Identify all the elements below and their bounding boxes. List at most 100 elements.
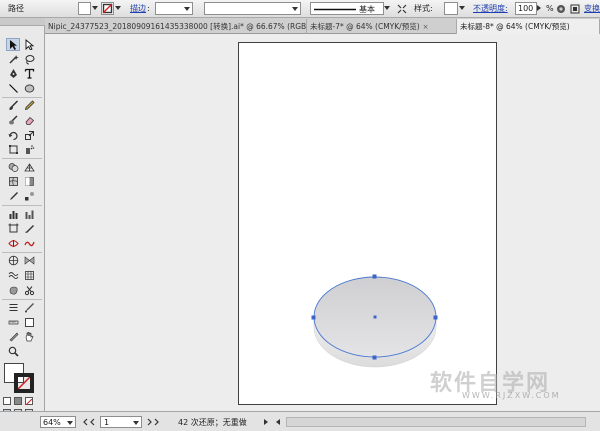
blob-tool-button[interactable]: [6, 284, 20, 297]
width-tool-icon: [7, 239, 19, 247]
scissors-tool-icon: [24, 285, 34, 295]
color-mode-button[interactable]: [3, 397, 11, 405]
scroll-left-button[interactable]: [275, 416, 283, 428]
lasso-tool-button[interactable]: [22, 53, 36, 66]
ellipse-tool-button[interactable]: [22, 82, 36, 95]
close-icon[interactable]: ×: [423, 23, 429, 31]
anchor-point-top[interactable]: [372, 274, 377, 279]
shape-builder-tool-button[interactable]: [6, 161, 20, 174]
pen-tool-button[interactable]: [6, 67, 20, 80]
paintbrush-tool-button[interactable]: [6, 99, 20, 112]
width-tool-button[interactable]: [6, 237, 20, 250]
brush-dropdown-arrow[interactable]: [384, 2, 392, 15]
measure-tool-button[interactable]: [6, 316, 20, 329]
warp-shape-button[interactable]: [6, 269, 20, 282]
blob-brush-tool-button[interactable]: [6, 114, 20, 127]
brush-style-label: 基本: [359, 5, 375, 14]
knife-tool-button[interactable]: [6, 330, 20, 343]
scale-tool-button[interactable]: [22, 129, 36, 142]
eraser-tool-button[interactable]: [22, 114, 36, 127]
document-tab-3[interactable]: 未标题-8* @ 64% (CMYK/预览): [457, 19, 600, 34]
recolor-button[interactable]: [556, 2, 568, 15]
eyedropper-tool-button[interactable]: [6, 190, 20, 203]
opacity-link[interactable]: 不透明度:: [473, 2, 508, 15]
perspective-grid-button[interactable]: [6, 254, 20, 267]
align-button[interactable]: [570, 2, 582, 15]
style-label: 样式:: [414, 4, 433, 13]
warp-tool-button[interactable]: [22, 237, 36, 250]
align-icon: [570, 4, 580, 13]
eraser-tool-icon: [25, 116, 34, 125]
canvas-area[interactable]: [45, 35, 600, 411]
blend-tool-button[interactable]: [22, 190, 36, 203]
document-tab-2[interactable]: 未标题-7* @ 64% (CMYK/预览) ×: [307, 19, 457, 34]
list-button[interactable]: [6, 301, 20, 314]
column-graph-tool-button[interactable]: [6, 208, 20, 221]
envelope-tool-icon: [24, 256, 34, 266]
document-tab-1[interactable]: Nipic_24377523_20180909161435338000 [转换]…: [45, 19, 307, 34]
gradient-mode-button[interactable]: [14, 397, 22, 405]
line-segment-tool-button[interactable]: [6, 82, 20, 95]
symbol-sprayer-tool-button[interactable]: [22, 143, 36, 156]
symbol-sprayer-tool-icon: [25, 145, 34, 155]
rotate-tool-button[interactable]: [6, 129, 20, 142]
align-strokes-button[interactable]: [397, 2, 409, 15]
transform-link[interactable]: 变换: [584, 2, 600, 15]
selection-tool-button[interactable]: [6, 38, 20, 51]
opacity-arrow[interactable]: [537, 2, 544, 15]
stroke-color-swatch[interactable]: [14, 373, 34, 393]
graph-tool-button[interactable]: [22, 269, 36, 282]
fill-swatch[interactable]: [78, 2, 91, 15]
stroke-dropdown-arrow[interactable]: [114, 2, 123, 15]
hand-tool-button[interactable]: [22, 330, 36, 343]
artboard-tool-button[interactable]: [6, 222, 20, 235]
next-artboard-buttons[interactable]: [146, 416, 162, 428]
pencil-tool-button[interactable]: [22, 99, 36, 112]
scale-tool-icon: [24, 130, 34, 140]
zoom-field[interactable]: 64%: [40, 416, 76, 428]
zoom-tool-button[interactable]: [6, 345, 20, 358]
anchor-point-bottom[interactable]: [372, 355, 377, 360]
direct-selection-tool-button[interactable]: [22, 38, 36, 51]
gradient-tool-button[interactable]: [22, 175, 36, 188]
eyedropper-tool-icon: [9, 192, 18, 200]
type-tool-button[interactable]: [22, 67, 36, 80]
perspective-grid-icon: [8, 256, 18, 266]
slice-tool-button[interactable]: [22, 222, 36, 235]
free-transform-tool-button[interactable]: [6, 143, 20, 156]
anchor-point-right[interactable]: [433, 315, 438, 320]
mesh-tool-button[interactable]: [6, 175, 20, 188]
scissors-tool-button[interactable]: [22, 284, 36, 297]
envelope-tool-button[interactable]: [22, 254, 36, 267]
graphic-style-swatch[interactable]: [444, 2, 458, 15]
none-mode-button[interactable]: [25, 397, 33, 406]
perspective-grid-tool-button[interactable]: [22, 161, 36, 174]
variable-width-profile[interactable]: [204, 2, 301, 15]
zoom-tool-icon: [8, 346, 19, 357]
stroke-swatch[interactable]: [101, 2, 114, 15]
artboard[interactable]: [238, 42, 497, 405]
cylinder-shape[interactable]: [313, 276, 437, 368]
anchor-point-left[interactable]: [311, 315, 316, 320]
tools-panel-grip[interactable]: [0, 18, 45, 26]
stroke-link[interactable]: 描边: [130, 2, 146, 15]
status-menu-button[interactable]: [262, 416, 272, 428]
eyedropper-button[interactable]: [22, 301, 36, 314]
brush-definition[interactable]: 基本: [310, 2, 384, 15]
horizontal-scrollbar[interactable]: [286, 417, 586, 427]
undo-status: 42 次还原；无重做: [178, 417, 247, 427]
artboard-button[interactable]: [22, 316, 36, 329]
free-transform-tool-icon: [8, 145, 18, 155]
magic-wand-tool-button[interactable]: [6, 53, 20, 66]
status-bar: 64% 1 42 次还原；无重做: [0, 411, 600, 431]
artboard-tool-icon: [8, 223, 18, 233]
opacity-field[interactable]: 100: [515, 2, 537, 15]
stroke-weight-field[interactable]: [155, 2, 193, 15]
prev-artboard-buttons[interactable]: [82, 416, 98, 428]
fill-dropdown-arrow[interactable]: [91, 2, 100, 15]
tool-separator: [2, 158, 42, 160]
style-dropdown-arrow[interactable]: [458, 2, 467, 15]
pencil-tool-icon: [24, 100, 35, 111]
chart-tool-button[interactable]: [22, 208, 36, 221]
artboard-number-field[interactable]: 1: [100, 416, 142, 428]
